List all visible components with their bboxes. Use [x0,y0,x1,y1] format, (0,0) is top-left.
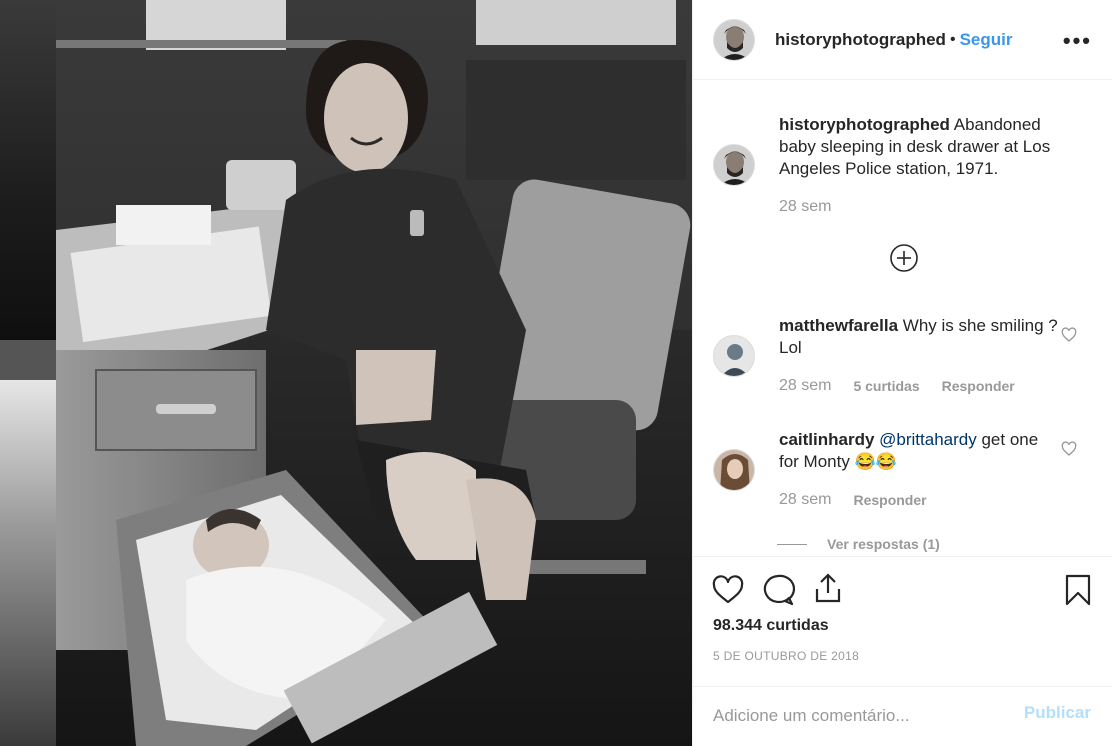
add-comment-bar: Publicar [693,686,1112,746]
comment-mention[interactable]: @brittahardy [879,430,977,449]
post-details-panel: historyphotographed • Seguir ••• history… [692,0,1112,746]
caption-time[interactable]: 28 sem [779,198,831,216]
likes-count[interactable]: 98.344 curtidas [713,617,829,635]
avatar-image [714,145,754,185]
post-header: historyphotographed • Seguir ••• [693,0,1112,80]
caption-meta: 28 sem [779,198,831,216]
avatar-image [714,336,754,376]
comment-likes-count[interactable]: 5 curtidas [853,378,919,394]
publish-button[interactable]: Publicar [1024,703,1091,723]
more-options-icon[interactable]: ••• [1063,28,1092,54]
comment-username[interactable]: matthewfarella [779,316,898,335]
instagram-post-modal: historyphotographed • Seguir ••• history… [0,0,1112,746]
replies-divider [777,543,807,545]
comment-time[interactable]: 28 sem [779,377,831,395]
comment-input[interactable] [713,701,1013,731]
post-image [56,0,692,746]
post-actions: 98.344 curtidas 5 DE OUTUBRO DE 2018 [693,556,1112,686]
comment-meta: 28 sem 5 curtidas Responder [779,377,1015,395]
avatar-image [714,450,754,490]
comment-like-heart-icon[interactable] [1061,441,1077,457]
follow-button[interactable]: Seguir [960,30,1013,50]
avatar-image [714,19,754,60]
share-icon[interactable] [811,571,845,605]
comment-time[interactable]: 28 sem [779,491,831,509]
view-replies-button[interactable]: Ver respostas (1) [777,536,940,552]
reply-button[interactable]: Responder [853,492,926,508]
like-heart-icon[interactable] [711,573,745,607]
save-bookmark-icon[interactable] [1061,573,1095,607]
post-date[interactable]: 5 DE OUTUBRO DE 2018 [713,649,859,663]
comment-meta: 28 sem Responder [779,491,927,509]
view-replies-label[interactable]: Ver respostas (1) [827,536,940,552]
caption-username[interactable]: historyphotographed [779,115,950,134]
caption-text: historyphotographed Abandoned baby sleep… [779,114,1059,180]
commenter-avatar[interactable] [713,449,755,491]
avatar[interactable] [713,18,755,61]
reply-button[interactable]: Responder [942,378,1015,394]
commenter-avatar[interactable] [713,335,755,377]
comments-list[interactable]: historyphotographed Abandoned baby sleep… [693,80,1112,556]
comment-text: matthewfarella Why is she smiling ? Lol [779,315,1059,359]
caption-avatar[interactable] [713,144,755,186]
post-username[interactable]: historyphotographed [775,30,946,50]
comment-username[interactable]: caitlinhardy [779,430,874,449]
post-photo[interactable] [56,0,692,746]
comment-text: caitlinhardy @brittahardy get one for Mo… [779,429,1059,473]
separator-dot: • [949,30,956,48]
load-more-comments-icon[interactable] [889,243,919,273]
background-feed [0,0,56,746]
comment-bubble-icon[interactable] [761,573,795,607]
comment-like-heart-icon[interactable] [1061,327,1077,343]
